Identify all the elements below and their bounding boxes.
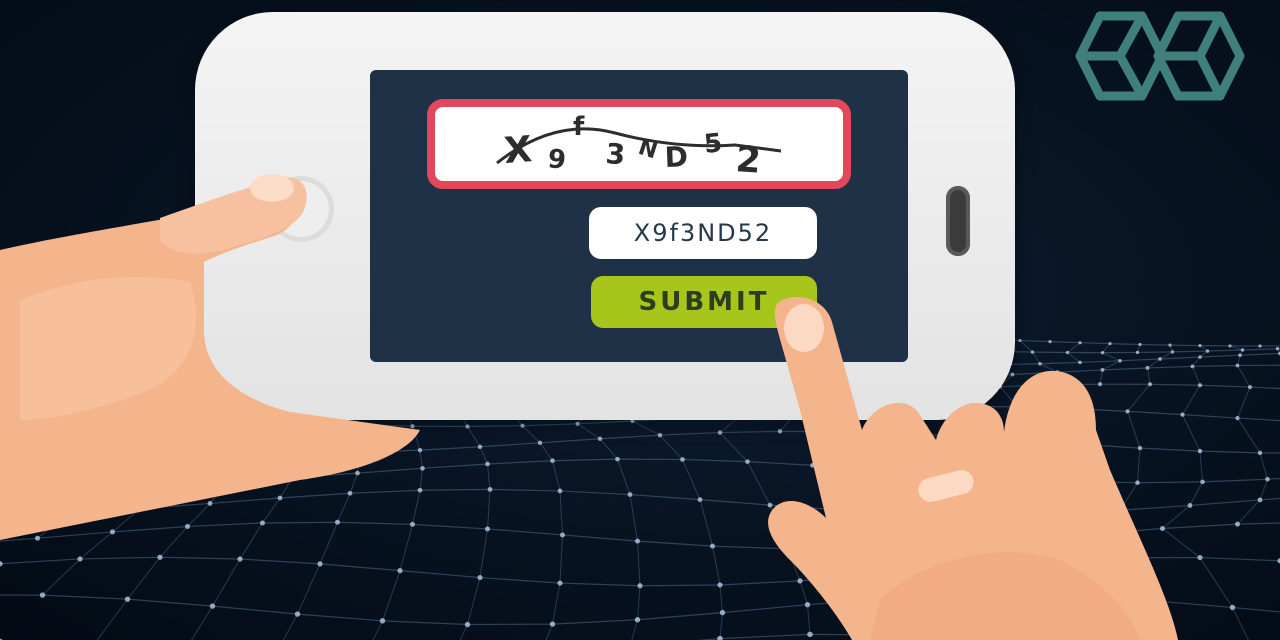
submit-button[interactable]: SUBMIT bbox=[591, 276, 817, 328]
captcha-distorted-text: X 9f3 N D 5 2 bbox=[496, 112, 782, 181]
captcha-image: X9f3ND52 bbox=[427, 99, 851, 189]
captcha-character: 3 bbox=[605, 137, 627, 171]
captcha-character: f bbox=[573, 112, 585, 142]
phone-speaker-slot bbox=[946, 186, 970, 256]
captcha-character: 9 bbox=[546, 144, 567, 176]
hexagon-cube-logo-icon bbox=[1075, 11, 1245, 101]
captcha-answer-input[interactable] bbox=[589, 207, 817, 259]
captcha-character: X bbox=[503, 129, 534, 172]
captcha-character: 5 bbox=[703, 128, 724, 160]
phone-home-button[interactable] bbox=[268, 176, 334, 242]
